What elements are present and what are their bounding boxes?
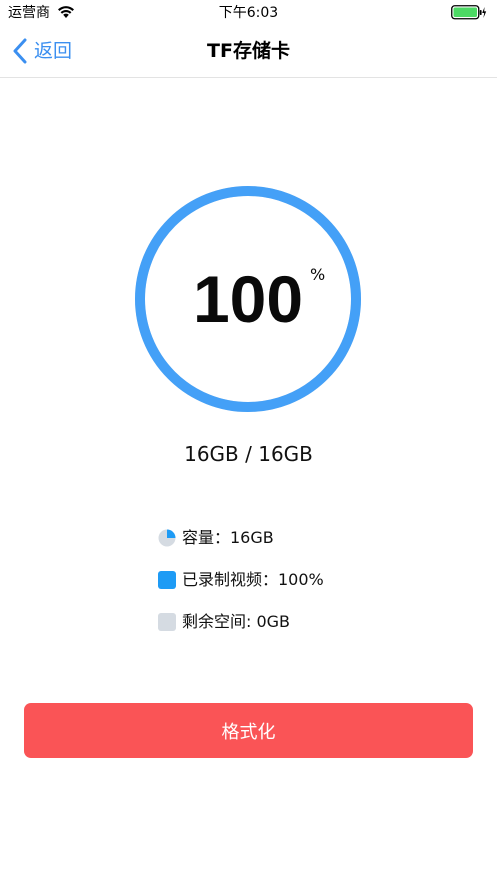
format-button[interactable]: 格式化 (24, 703, 473, 758)
pie-chart-icon (158, 529, 176, 547)
storage-usage-ring: 100 % (133, 184, 363, 414)
usage-summary: 16GB / 16GB (184, 442, 313, 466)
storage-legend: 容量：16GB 已录制视频：100% 剩余空间: 0GB (158, 526, 324, 652)
legend-recorded: 已录制视频：100% (158, 568, 324, 592)
status-time: 下午6:03 (218, 5, 279, 21)
page-title: TF存储卡 (207, 40, 290, 62)
legend-capacity-text: 容量：16GB (182, 528, 274, 547)
usage-percent-value: 100 (192, 262, 304, 336)
legend-remaining: 剩余空间: 0GB (158, 610, 324, 634)
legend-remaining-text: 剩余空间: 0GB (182, 612, 291, 631)
status-bar: 运营商 下午6:03 (0, 0, 497, 26)
usage-percent-unit: % (310, 265, 326, 284)
remaining-color-swatch (158, 613, 176, 631)
legend-capacity: 容量：16GB (158, 526, 324, 550)
legend-recorded-text: 已录制视频：100% (182, 570, 324, 589)
recorded-color-swatch (158, 571, 176, 589)
tf-card-screen: 运营商 下午6:03 返回 TF存储卡 100 % 16GB / 16GB 容量… (0, 0, 497, 883)
battery-icon (451, 5, 487, 20)
navigation-bar: 返回 TF存储卡 (0, 26, 497, 78)
